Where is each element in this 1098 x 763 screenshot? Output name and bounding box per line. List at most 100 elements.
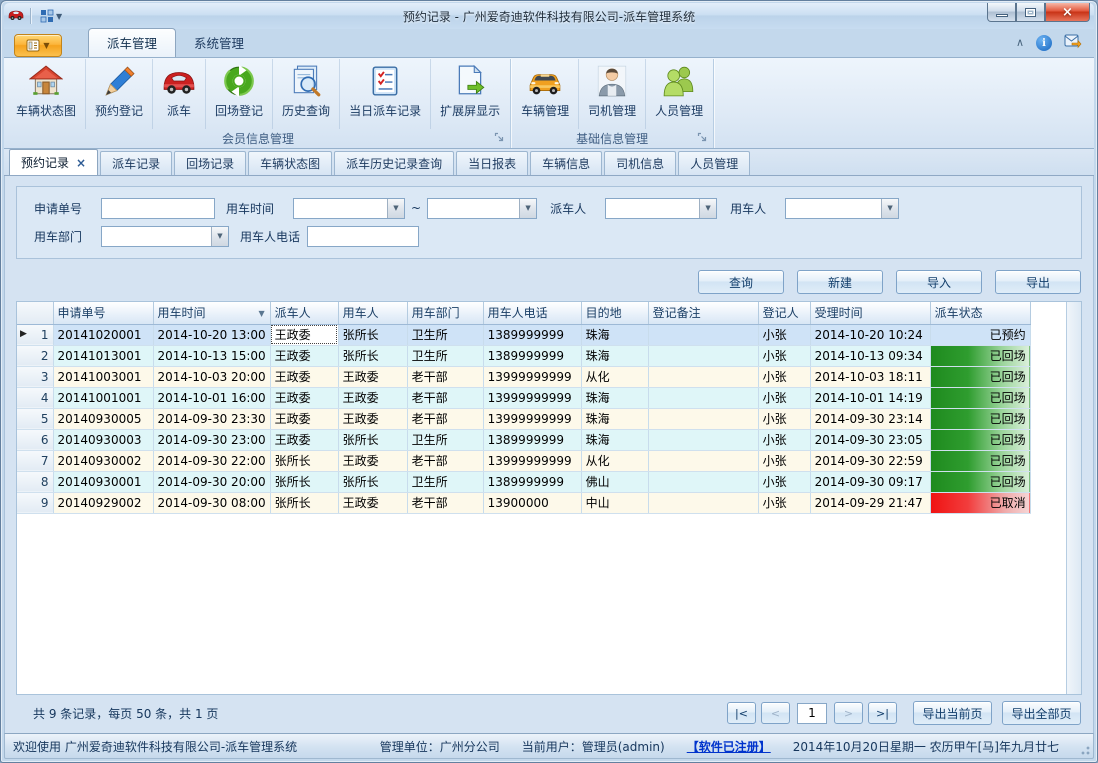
table-cell[interactable]: 卫生所 [407,324,483,345]
table-cell[interactable]: 20140930002 [53,450,153,471]
table-cell[interactable]: 2014-10-03 20:00 [153,366,270,387]
table-cell[interactable]: 2014-09-30 23:14 [810,408,930,429]
dispatch-status-cell[interactable]: 已取消 [930,492,1030,513]
vertical-scrollbar[interactable] [1066,302,1081,694]
license-registered-link[interactable]: 【软件已注册】 [687,738,771,755]
driver-management-button[interactable]: 司机管理 [579,59,646,129]
chevron-down-icon[interactable]: ▼ [699,199,716,218]
table-cell[interactable]: 珠海 [581,345,648,366]
last-page-button[interactable]: >| [868,702,897,724]
page-number-input[interactable] [797,703,827,724]
table-cell[interactable]: 张所长 [338,324,407,345]
tab-dispatch-records[interactable]: 派车记录 [100,151,172,175]
next-page-button[interactable]: > [834,702,863,724]
table-cell[interactable]: 小张 [758,408,810,429]
table-cell[interactable]: 张所长 [338,471,407,492]
phone-input[interactable] [307,226,419,247]
table-cell[interactable] [648,492,758,513]
table-cell[interactable]: 王政委 [270,345,338,366]
dispatch-status-cell[interactable]: 已回场 [930,429,1030,450]
department-combo[interactable]: ▼ [101,226,229,247]
use-time-from-combo[interactable]: ▼ [293,198,405,219]
table-cell[interactable]: 2014-10-20 13:00 [153,324,270,345]
tab-daily-report[interactable]: 当日报表 [456,151,528,175]
table-cell[interactable]: 珠海 [581,408,648,429]
row-indicator[interactable]: 6 [17,429,53,450]
chevron-down-icon[interactable]: ▼ [519,199,536,218]
dialog-launcher-icon[interactable] [697,132,708,146]
table-cell[interactable]: 张所长 [270,492,338,513]
table-cell[interactable]: 2014-10-03 18:11 [810,366,930,387]
table-cell[interactable]: 13999999999 [483,387,581,408]
table-cell[interactable]: 2014-09-30 23:05 [810,429,930,450]
table-cell[interactable]: 卫生所 [407,471,483,492]
table-cell[interactable]: 20141013001 [53,345,153,366]
table-cell[interactable]: 老干部 [407,387,483,408]
chevron-down-icon[interactable]: ▼ [881,199,898,218]
table-cell[interactable]: 2014-10-13 15:00 [153,345,270,366]
dispatch-status-cell[interactable]: 已回场 [930,471,1030,492]
query-button[interactable]: 查询 [698,270,784,294]
table-cell[interactable]: 20141001001 [53,387,153,408]
export-all-pages-button[interactable]: 导出全部页 [1002,701,1081,725]
table-cell[interactable]: 小张 [758,387,810,408]
table-cell[interactable]: 20140930003 [53,429,153,450]
create-button[interactable]: 新建 [797,270,883,294]
tab-return-records[interactable]: 回场记录 [174,151,246,175]
chevron-down-icon[interactable]: ▼ [387,199,404,218]
table-cell[interactable]: 2014-10-13 09:34 [810,345,930,366]
table-cell[interactable]: 2014-09-29 21:47 [810,492,930,513]
table-cell[interactable]: 佛山 [581,471,648,492]
table-cell[interactable]: 王政委 [270,387,338,408]
table-cell[interactable]: 1389999999 [483,345,581,366]
ribbon-tab-dispatch[interactable]: 派车管理 [88,28,176,57]
table-cell[interactable]: 王政委 [338,450,407,471]
prev-page-button[interactable]: < [761,702,790,724]
dispatch-button[interactable]: 派车 [153,59,206,129]
table-cell[interactable]: 张所长 [270,450,338,471]
table-cell[interactable]: 从化 [581,450,648,471]
maximize-button[interactable] [1016,3,1045,22]
table-cell[interactable]: 卫生所 [407,429,483,450]
table-cell[interactable]: 20141020001 [53,324,153,345]
minimize-button[interactable] [987,3,1016,22]
table-cell[interactable]: 1389999999 [483,471,581,492]
table-cell[interactable]: 2014-09-30 23:00 [153,429,270,450]
tab-vehicle-info[interactable]: 车辆信息 [530,151,602,175]
table-cell[interactable]: 张所长 [270,471,338,492]
table-cell[interactable]: 小张 [758,345,810,366]
app-car-icon[interactable] [8,6,24,26]
table-cell[interactable]: 2014-10-01 14:19 [810,387,930,408]
table-cell[interactable]: 2014-10-20 10:24 [810,324,930,345]
table-cell[interactable]: 老干部 [407,366,483,387]
table-cell[interactable] [648,324,758,345]
table-cell[interactable]: 从化 [581,366,648,387]
first-page-button[interactable]: |< [727,702,756,724]
collapse-ribbon-icon[interactable]: ∧ [1016,39,1024,47]
table-row[interactable]: 2201410130012014-10-13 15:00王政委张所长卫生所138… [17,345,1030,366]
column-header-request-no[interactable]: 申请单号 [53,302,153,324]
vehicle-management-button[interactable]: 车辆管理 [512,59,579,129]
table-row[interactable]: ▶1201410200012014-10-20 13:00王政委张所长卫生所13… [17,324,1030,345]
table-cell[interactable] [648,345,758,366]
return-register-button[interactable]: 回场登记 [206,59,273,129]
column-header-remark[interactable]: 登记备注 [648,302,758,324]
table-cell[interactable]: 13999999999 [483,450,581,471]
table-cell[interactable]: 13900000 [483,492,581,513]
chevron-down-icon[interactable]: ▼ [211,227,228,246]
table-cell[interactable]: 小张 [758,450,810,471]
mail-icon[interactable] [1064,33,1082,53]
table-row[interactable]: 4201410010012014-10-01 16:00王政委王政委老干部139… [17,387,1030,408]
table-cell[interactable] [648,471,758,492]
info-icon[interactable]: i [1036,35,1052,51]
table-cell[interactable]: 王政委 [270,429,338,450]
table-cell[interactable]: 中山 [581,492,648,513]
table-cell[interactable]: 2014-09-30 23:30 [153,408,270,429]
column-header-destination[interactable]: 目的地 [581,302,648,324]
column-header-registrar[interactable]: 登记人 [758,302,810,324]
row-indicator[interactable]: 7 [17,450,53,471]
reservation-register-button[interactable]: 预约登记 [86,59,153,129]
row-indicator[interactable]: 9 [17,492,53,513]
table-cell[interactable]: 王政委 [338,492,407,513]
table-cell[interactable]: 2014-09-30 08:00 [153,492,270,513]
